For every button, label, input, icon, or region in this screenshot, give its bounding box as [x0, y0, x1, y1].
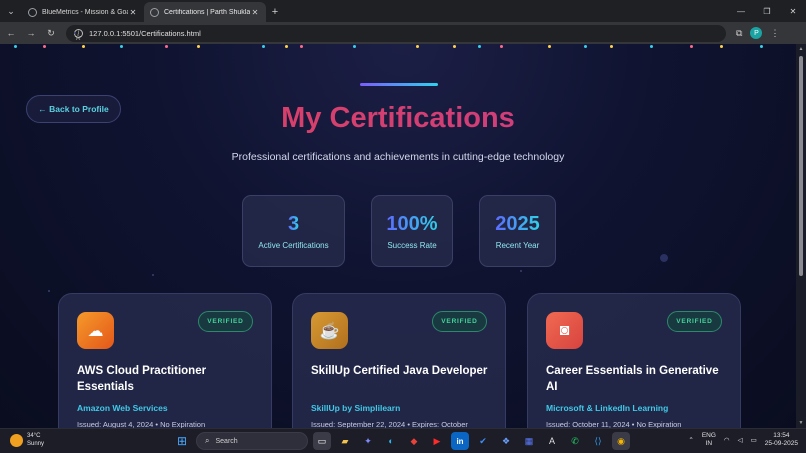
task-view-icon[interactable]: ▭ — [313, 432, 331, 450]
restore-icon[interactable]: ❐ — [754, 0, 780, 22]
whatsapp-icon[interactable]: ✆ — [566, 432, 584, 450]
sun-icon — [10, 434, 23, 447]
close-tab-icon[interactable]: ✕ — [250, 8, 260, 17]
certification-card-java[interactable]: ☕ VERIFIED SkillUp Certified Java Develo… — [292, 293, 506, 428]
m365-icon[interactable]: ❖ — [497, 432, 515, 450]
tab-strip: ⌄ BlueMetrics - Mission & Goals ✕ Certif… — [0, 0, 806, 22]
taskbar: 34°C Sunny ⊞ ⌕ Search ▭ ▰ ✦ ◐ ◆ ▶ in ✔ ❖… — [0, 428, 806, 453]
browser-toolbar: ← → ↻ i 127.0.0.1:5501/Certifications.ht… — [0, 22, 806, 44]
vscode-icon[interactable]: ⟨⟩ — [589, 432, 607, 450]
minimize-icon[interactable]: — — [728, 0, 754, 22]
clock[interactable]: 13:54 25-09-2025 — [765, 432, 798, 448]
stat-value: 2025 — [495, 212, 540, 235]
stat-card-success: 100% Success Rate — [371, 195, 453, 267]
coffee-icon: ☕ — [311, 312, 348, 349]
scroll-down-icon[interactable]: ▼ — [798, 420, 804, 426]
globe-icon — [28, 7, 37, 17]
weather-condition: Sunny — [27, 440, 45, 447]
stat-card-active: 3 Active Certifications — [242, 195, 345, 267]
profile-avatar[interactable]: P — [750, 27, 763, 39]
chatgpt-icon[interactable]: A — [543, 432, 561, 450]
search-placeholder: Search — [215, 437, 238, 445]
page-scrollbar[interactable]: ▲ ▼ — [796, 44, 806, 428]
certification-title: Career Essentials in Generative AI — [546, 365, 719, 393]
youtube-icon[interactable]: ▶ — [428, 432, 446, 450]
scrollbar-thumb[interactable] — [799, 56, 803, 276]
certification-dates: Issued: September 22, 2024 • Expires: Oc… — [311, 420, 468, 428]
close-tab-icon[interactable]: ✕ — [128, 8, 138, 17]
battery-icon[interactable]: ▭ — [751, 436, 757, 444]
verified-badge: VERIFIED — [667, 311, 722, 332]
scroll-up-icon[interactable]: ▲ — [798, 46, 804, 52]
wifi-icon[interactable]: ◠ — [724, 436, 730, 444]
date: 25-09-2025 — [764, 440, 798, 447]
page-viewport: ← Back to Profile My Certifications Prof… — [0, 44, 806, 428]
system-tray: ⌃ ENG IN ◠ ◁ ▭ 13:54 25-09-2025 — [688, 432, 798, 448]
cloud-icon: ☁ — [77, 312, 114, 349]
tab-title: Certifications | Parth Shukla — [164, 8, 250, 16]
file-explorer-icon[interactable]: ▰ — [336, 432, 354, 450]
close-window-icon[interactable]: ✕ — [780, 0, 806, 22]
new-tab-button[interactable]: + — [266, 2, 284, 22]
region-code: IN — [705, 440, 713, 447]
forward-arrow-icon[interactable]: → — [22, 24, 40, 42]
certification-title: SkillUp Certified Java Developer — [311, 365, 488, 377]
robot-icon: ◙ — [546, 312, 583, 349]
certification-card-genai[interactable]: ◙ VERIFIED Career Essentials in Generati… — [527, 293, 741, 428]
title-accent-line — [360, 83, 438, 86]
windows-start-icon[interactable]: ⊞ — [173, 432, 191, 450]
window-controls: — ❐ ✕ — [728, 0, 806, 22]
git-icon[interactable]: ◆ — [405, 432, 423, 450]
url-text: 127.0.0.1:5501/Certifications.html — [89, 28, 201, 38]
page-title: My Certifications — [0, 102, 796, 135]
page-subtitle: Professional certifications and achievem… — [231, 151, 565, 163]
certification-dates: Issued: August 4, 2024 • No Expiration — [77, 420, 206, 428]
volume-icon[interactable]: ◁ — [738, 436, 743, 444]
certification-issuer: Microsoft & LinkedIn Learning — [546, 403, 669, 413]
extensions-icon[interactable]: ⧉ — [736, 28, 742, 39]
certification-card-aws[interactable]: ☁ VERIFIED AWS Cloud Practitioner Essent… — [58, 293, 272, 428]
menu-dots-icon[interactable]: ⋮ — [770, 28, 779, 39]
stat-label: Active Certifications — [258, 240, 329, 250]
tab-search-chevron-icon[interactable]: ⌄ — [0, 0, 22, 22]
todo-icon[interactable]: ✔ — [474, 432, 492, 450]
chrome-icon[interactable]: ◉ — [612, 432, 630, 450]
stat-value: 3 — [287, 212, 300, 235]
tab-certifications[interactable]: Certifications | Parth Shukla ✕ — [144, 2, 266, 22]
bookmark-star-icon[interactable]: ☆ — [74, 32, 82, 42]
certification-title: AWS Cloud Practitioner Essentials — [77, 365, 207, 393]
stat-label: Recent Year — [495, 240, 540, 250]
certification-issuer: Amazon Web Services — [77, 403, 168, 413]
time: 13:54 — [773, 432, 790, 439]
stat-label: Success Rate — [387, 240, 437, 250]
back-arrow-icon[interactable]: ← — [2, 24, 20, 42]
edge-icon[interactable]: ◐ — [382, 432, 400, 450]
search-icon: ⌕ — [205, 436, 210, 445]
tab-bluemetrics[interactable]: BlueMetrics - Mission & Goals ✕ — [22, 2, 144, 22]
language-code: ENG — [701, 432, 716, 439]
certification-dates: Issued: October 11, 2024 • No Expiration — [546, 420, 682, 428]
taskbar-search[interactable]: ⌕ Search — [196, 432, 308, 450]
temperature: 34°C — [27, 433, 41, 439]
reload-icon[interactable]: ↻ — [42, 24, 60, 42]
linkedin-icon[interactable]: in — [451, 432, 469, 450]
calendar-icon[interactable]: ▦ — [520, 432, 538, 450]
chevron-up-icon[interactable]: ⌃ — [688, 436, 693, 444]
address-bar[interactable]: i 127.0.0.1:5501/Certifications.html ☆ — [66, 24, 726, 42]
language-indicator[interactable]: ENG IN — [702, 432, 716, 448]
stat-card-year: 2025 Recent Year — [479, 195, 556, 267]
copilot-icon[interactable]: ✦ — [359, 432, 377, 450]
tab-title: BlueMetrics - Mission & Goals — [42, 8, 128, 16]
verified-badge: VERIFIED — [198, 311, 253, 332]
decorative-lights — [0, 44, 796, 52]
certification-issuer: SkillUp by Simplilearn — [311, 403, 401, 413]
weather-widget[interactable]: 34°C Sunny — [10, 433, 44, 448]
globe-icon — [150, 7, 159, 17]
stat-value: 100% — [386, 212, 438, 235]
verified-badge: VERIFIED — [432, 311, 487, 332]
